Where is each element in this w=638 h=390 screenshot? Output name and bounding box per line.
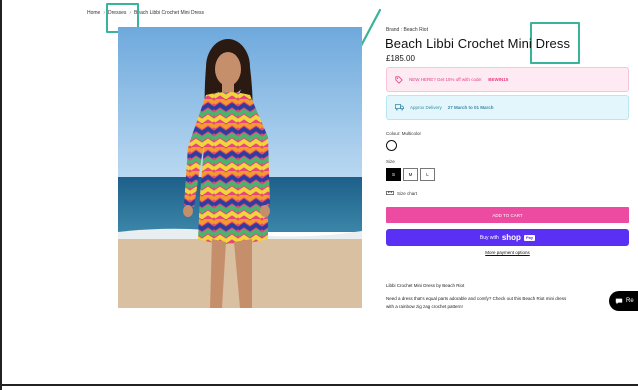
breadcrumb: Home › Dresses › Beach Libbi Crochet Min… [87,10,204,16]
delivery-text: Approx Delivery [410,105,442,110]
product-brand: Brand : Beach Riot [386,27,428,33]
description-line: Need a dress that's equal parts adorable… [386,296,567,301]
description-line: with a rainbow zig zag crochet pattern! [386,304,463,309]
more-payment-options-link[interactable]: More payment options [386,250,629,255]
left-frame-border [0,0,2,390]
breadcrumb-home[interactable]: Home [87,10,100,16]
description-title: Libbi Crochet Mini Dress by Beach Riot [386,283,465,288]
size-option-m[interactable]: M [403,168,418,181]
promo-text: NEW HERE? Get 15% off with code: [409,77,483,82]
product-price: £185.00 [386,54,415,63]
product-image[interactable] [118,27,362,308]
size-selector: S M L [386,168,435,181]
size-label: Size [386,159,395,164]
buy-with-label: Buy with [479,234,499,241]
delivery-dates: 27 March to 01 March [447,105,494,110]
colour-swatch-multicolor[interactable] [386,140,397,151]
product-title: Beach Libbi Crochet Mini Dress [385,36,571,51]
promo-code: BEWIN15 [488,77,509,82]
shop-logo: shop [501,233,521,242]
add-to-cart-button[interactable]: ADD TO CART [386,207,629,223]
colour-label: Colour: Multicolor [386,131,422,136]
breadcrumb-separator: › [103,10,106,16]
promo-banner: NEW HERE? Get 15% off with code: BEWIN15 [386,67,629,92]
size-chart-link[interactable]: Size chart [386,190,417,196]
size-chart-label: Size chart [397,190,418,196]
description-body: Need a dress that's equal parts adorable… [386,295,616,311]
shop-pay-button[interactable]: Buy with shop Pay [386,229,629,246]
chat-launcher-button[interactable]: Re [609,291,638,311]
tag-icon [395,75,403,84]
chat-icon [615,298,623,305]
size-option-l[interactable]: L [420,168,435,181]
breadcrumb-current: Beach Libbi Crochet Mini Dress [134,10,205,16]
truck-icon [395,104,404,111]
chat-label: Re [626,298,634,304]
size-option-s[interactable]: S [386,168,401,181]
ruler-icon [386,191,394,195]
bottom-frame-border [0,384,638,386]
delivery-banner: Approx Delivery 27 March to 01 March [386,95,629,120]
pay-badge: Pay [523,234,536,241]
